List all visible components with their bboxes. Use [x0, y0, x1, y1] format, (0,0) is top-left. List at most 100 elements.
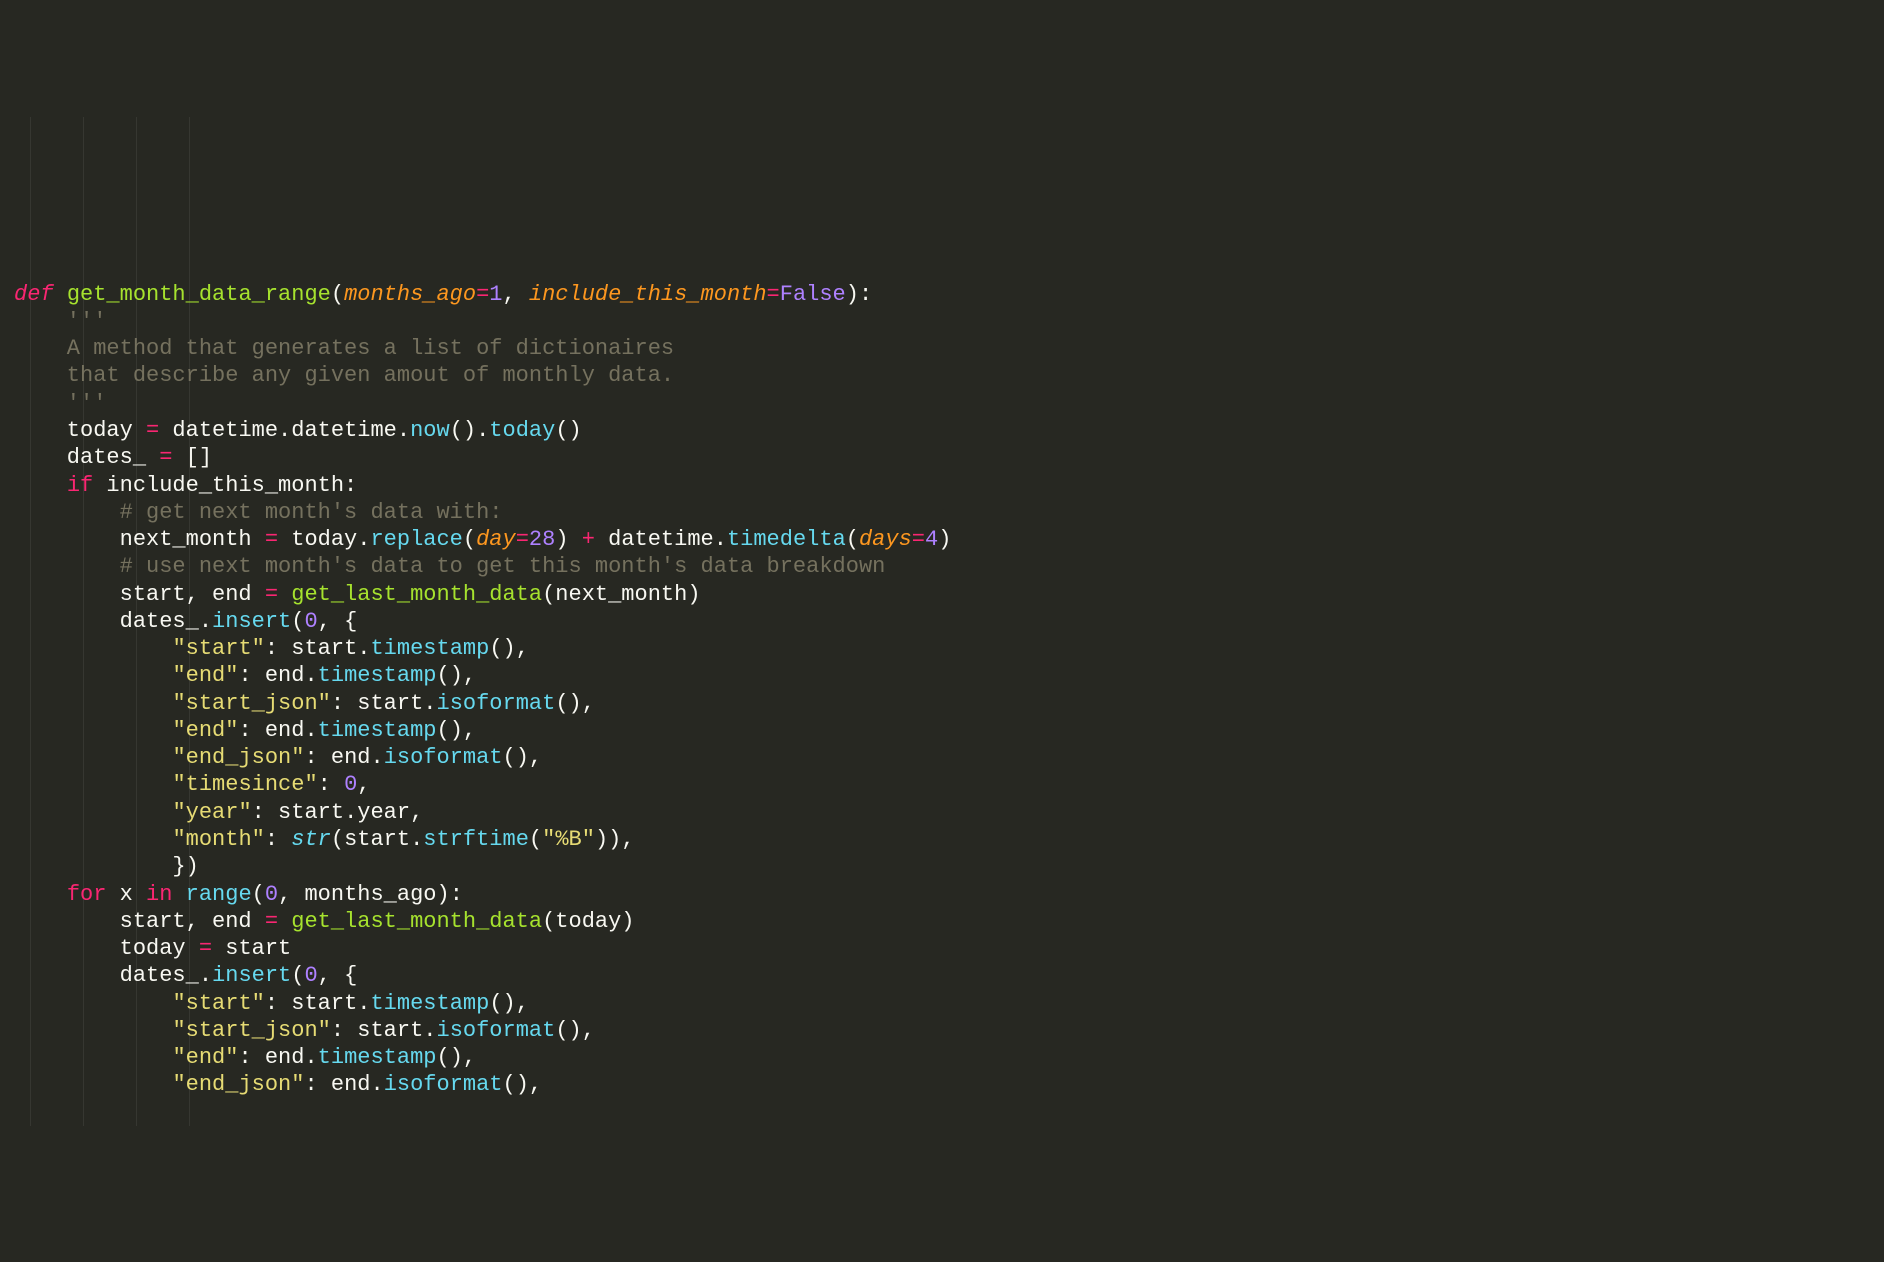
- token-ident: [14, 1072, 172, 1097]
- token-ident: : start.: [331, 1018, 437, 1043]
- code-line[interactable]: def get_month_data_range(months_ago=1, i…: [14, 281, 1870, 308]
- code-line[interactable]: next_month = today.replace(day=28) + dat…: [14, 526, 1870, 553]
- token-fncall: replace: [370, 527, 462, 552]
- token-ident: dates_.: [14, 963, 212, 988]
- token-str: "month": [172, 827, 264, 852]
- token-punct: ,: [503, 282, 529, 307]
- token-fncall: timestamp: [370, 991, 489, 1016]
- token-ident: , months_ago):: [278, 882, 463, 907]
- token-ident: : end.: [304, 1072, 383, 1097]
- token-cmt: # use next month's data to get this mont…: [14, 554, 885, 579]
- token-punct: (),: [503, 745, 543, 770]
- token-fncall: now: [410, 418, 450, 443]
- token-ident: : end.: [238, 663, 317, 688]
- token-ident: [14, 772, 172, 797]
- token-kwplain: for: [67, 882, 107, 907]
- token-ident: [14, 636, 172, 661]
- token-fncall: range: [186, 882, 252, 907]
- token-op: =: [767, 282, 780, 307]
- token-punct: (),: [489, 991, 529, 1016]
- token-punct: , {: [318, 609, 358, 634]
- code-editor[interactable]: def get_month_data_range(months_ago=1, i…: [14, 117, 1870, 1126]
- token-ident: : end.: [304, 745, 383, 770]
- code-line[interactable]: ''': [14, 308, 1870, 335]
- token-ident: [14, 745, 172, 770]
- token-op: =: [265, 909, 278, 934]
- token-ident: (start.: [331, 827, 423, 852]
- code-line[interactable]: "year": start.year,: [14, 799, 1870, 826]
- code-line[interactable]: for x in range(0, months_ago):: [14, 881, 1870, 908]
- code-line[interactable]: today = start: [14, 935, 1870, 962]
- token-punct: )),: [595, 827, 635, 852]
- token-fncallg: get_last_month_data: [291, 582, 542, 607]
- token-ident: include_this_month:: [93, 473, 357, 498]
- code-line[interactable]: }): [14, 853, 1870, 880]
- token-punct: (): [555, 418, 581, 443]
- code-line[interactable]: "start_json": start.isoformat(),: [14, 690, 1870, 717]
- code-line[interactable]: "timesince": 0,: [14, 771, 1870, 798]
- token-punct: (: [291, 963, 304, 988]
- code-line[interactable]: "month": str(start.strftime("%B")),: [14, 826, 1870, 853]
- code-line[interactable]: "start": start.timestamp(),: [14, 635, 1870, 662]
- token-cmt: A method that generates a list of dictio…: [14, 336, 674, 361]
- code-line[interactable]: today = datetime.datetime.now().today(): [14, 417, 1870, 444]
- token-num: 0: [344, 772, 357, 797]
- token-op: +: [582, 527, 595, 552]
- token-param: days: [859, 527, 912, 552]
- token-punct: (: [252, 882, 265, 907]
- token-param: months_ago: [344, 282, 476, 307]
- code-line[interactable]: start, end = get_last_month_data(next_mo…: [14, 581, 1870, 608]
- token-punct: (),: [503, 1072, 543, 1097]
- token-cmt: ''': [14, 391, 106, 416]
- token-ident: :: [318, 772, 344, 797]
- code-line[interactable]: # get next month's data with:: [14, 499, 1870, 526]
- token-cmt: ''': [14, 309, 106, 334]
- token-ident: [14, 800, 172, 825]
- token-ident: today: [14, 936, 199, 961]
- token-fncall: isoformat: [437, 691, 556, 716]
- token-ident: [14, 991, 172, 1016]
- token-ident: [14, 691, 172, 716]
- token-op: =: [516, 527, 529, 552]
- code-line[interactable]: "start": start.timestamp(),: [14, 990, 1870, 1017]
- token-punct: (),: [555, 1018, 595, 1043]
- code-line[interactable]: that describe any given amout of monthly…: [14, 362, 1870, 389]
- token-param: day: [476, 527, 516, 552]
- code-line[interactable]: # use next month's data to get this mont…: [14, 553, 1870, 580]
- code-line[interactable]: "end": end.timestamp(),: [14, 1044, 1870, 1071]
- code-line[interactable]: "end_json": end.isoformat(),: [14, 744, 1870, 771]
- token-punct: ().: [450, 418, 490, 443]
- code-line[interactable]: "end": end.timestamp(),: [14, 662, 1870, 689]
- code-line[interactable]: if include_this_month:: [14, 472, 1870, 499]
- code-line[interactable]: dates_ = []: [14, 444, 1870, 471]
- token-str: "%B": [542, 827, 595, 852]
- token-op: =: [146, 418, 159, 443]
- token-kwplain: if: [67, 473, 93, 498]
- token-ident: [14, 1018, 172, 1043]
- token-punct: (: [529, 827, 542, 852]
- token-ident: [14, 827, 172, 852]
- code-line[interactable]: "end_json": end.isoformat(),: [14, 1071, 1870, 1098]
- token-num: 4: [925, 527, 938, 552]
- token-op: =: [265, 527, 278, 552]
- token-num: 1: [489, 282, 502, 307]
- code-line[interactable]: start, end = get_last_month_data(today): [14, 908, 1870, 935]
- code-line[interactable]: dates_.insert(0, {: [14, 608, 1870, 635]
- token-punct: ): [555, 527, 581, 552]
- token-str: "start_json": [172, 1018, 330, 1043]
- code-line[interactable]: dates_.insert(0, {: [14, 962, 1870, 989]
- token-fncall: isoformat: [384, 745, 503, 770]
- code-line[interactable]: "start_json": start.isoformat(),: [14, 1017, 1870, 1044]
- token-ident: [14, 882, 67, 907]
- token-punct: ):: [846, 282, 872, 307]
- token-fncall: isoformat: [384, 1072, 503, 1097]
- code-line[interactable]: "end": end.timestamp(),: [14, 717, 1870, 744]
- code-line[interactable]: ''': [14, 390, 1870, 417]
- token-punct: (today): [542, 909, 634, 934]
- token-str: "end_json": [172, 1072, 304, 1097]
- token-fncall: timestamp: [370, 636, 489, 661]
- code-line[interactable]: A method that generates a list of dictio…: [14, 335, 1870, 362]
- token-fncall: timestamp: [318, 663, 437, 688]
- token-num: 0: [304, 963, 317, 988]
- token-ident: start, end: [14, 909, 265, 934]
